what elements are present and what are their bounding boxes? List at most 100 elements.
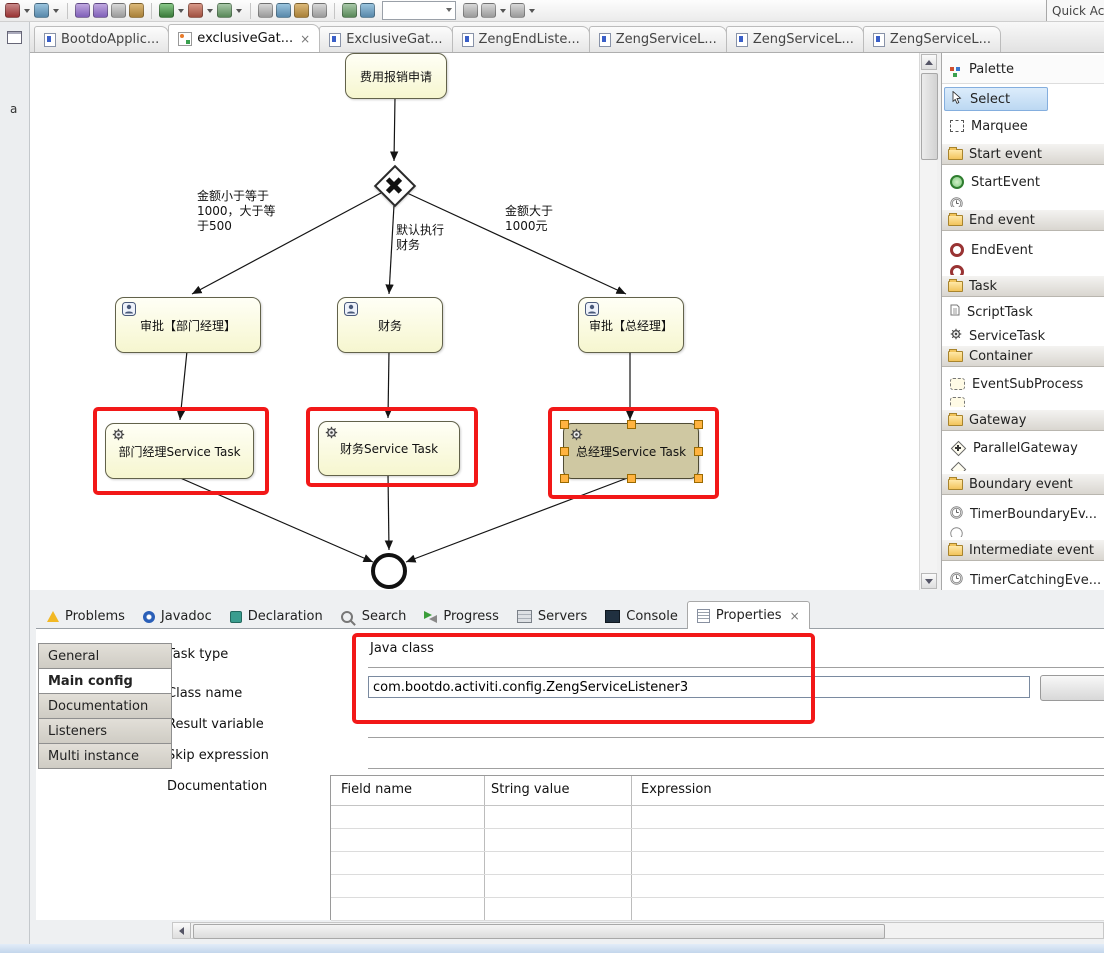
menu-listeners[interactable]: Listeners [38,718,172,744]
editor-vscrollbar[interactable] [919,53,938,590]
selection-handle[interactable] [560,420,569,429]
diagram-canvas[interactable]: 费用报销申请 金额小于等于 1000，大于等 于500 默认执行 财务 金额大于… [30,53,919,590]
selection-handle[interactable] [694,447,703,456]
palette-group-task[interactable]: Task [942,275,1104,297]
close-icon[interactable]: × [300,32,310,46]
quick-access[interactable]: Quick Access [1046,0,1104,21]
print-icon[interactable] [111,3,126,18]
palette-header[interactable]: Palette [942,55,1104,84]
vscrollbar-thumb[interactable] [921,73,938,160]
tab-search[interactable]: Search [332,604,416,629]
select-class-button[interactable] [1040,675,1104,701]
scroll-down-icon[interactable] [921,573,937,589]
palette-item-timerboundaryevent[interactable]: TimerBoundaryEv... [942,501,1104,527]
external-tools-icon[interactable] [217,3,232,18]
save-all-icon[interactable] [93,3,108,18]
flow-label-left[interactable]: 金额小于等于 1000，大于等 于500 [197,189,287,234]
task-finance[interactable]: 财务 [337,297,443,353]
tab-javadoc[interactable]: Javadoc [134,604,221,629]
selection-handle[interactable] [560,474,569,483]
selection-handle[interactable] [694,420,703,429]
tab-servers[interactable]: Servers [508,604,596,629]
menu-general[interactable]: General [38,643,172,669]
run-dropdown-icon[interactable] [178,8,184,13]
selection-handle[interactable] [627,420,636,429]
minimized-view-label[interactable]: a [10,102,17,116]
tab-console[interactable]: Console [596,604,687,629]
selection-handle[interactable] [694,474,703,483]
palette-group-container[interactable]: Container [942,345,1104,367]
palette-group-intermediate-event[interactable]: Intermediate event [942,539,1104,561]
palette-item-partial[interactable] [942,265,1104,275]
tab-exclusivegateway-diagram[interactable]: exclusiveGat... × [168,24,321,52]
properties-hscrollbar[interactable] [172,922,1104,939]
fields-table[interactable]: Field name String value Expression [330,775,1104,921]
palette-tool-marquee[interactable]: Marquee [942,113,1104,139]
task-general-manager-approve[interactable]: 审批【总经理】 [578,297,684,353]
save-icon[interactable] [75,3,90,18]
palette-item-startevent[interactable]: StartEvent [942,169,1104,195]
selection-handle[interactable] [560,447,569,456]
restore-view-icon[interactable] [7,31,22,44]
palette-item-endevent[interactable]: EndEvent [942,237,1104,263]
tab-zengservicelistener1[interactable]: ZengServiceL... [588,26,727,52]
tab-zengendlistener[interactable]: ZengEndListe... [451,26,590,52]
menu-multi-instance[interactable]: Multi instance [38,743,172,769]
build-icon[interactable] [129,3,144,18]
toolbar-combo[interactable] [382,1,456,20]
skip-expression-field[interactable] [368,768,1104,769]
debug-dropdown-icon[interactable] [53,8,59,13]
back-icon[interactable] [481,3,496,18]
format-icon[interactable] [342,3,357,18]
run-icon[interactable] [159,3,174,18]
palette-group-gateway[interactable]: Gateway [942,409,1104,431]
scroll-up-icon[interactable] [921,54,937,70]
close-icon[interactable]: × [790,609,800,623]
annotation-icon[interactable] [312,3,327,18]
palette-item-scripttask[interactable]: ScriptTask [942,299,1104,325]
tab-problems[interactable]: Problems [38,604,134,629]
tab-zengservicelistener3[interactable]: ZengServiceL... [862,26,1002,52]
palette-tool-select[interactable]: Select [944,87,1048,111]
palette-group-boundary-event[interactable]: Boundary event [942,473,1104,495]
start-task-node[interactable]: 费用报销申请 [345,53,447,99]
end-event-node[interactable] [371,553,407,589]
organize-imports-icon[interactable] [360,3,375,18]
palette-item-partial[interactable] [942,461,1104,471]
new-wizard-icon[interactable] [294,3,309,18]
palette-item-partial[interactable] [942,397,1104,407]
menu-main-config[interactable]: Main config [38,668,172,694]
search-icon[interactable] [258,3,273,18]
selection-handle[interactable] [627,474,636,483]
menu-documentation[interactable]: Documentation [38,693,172,719]
palette-item-eventsubprocess[interactable]: EventSubProcess [942,371,1104,397]
flow-label-middle[interactable]: 默认执行 财务 [396,223,466,253]
palette-item-partial[interactable] [942,527,1104,537]
back-dropdown-icon[interactable] [500,8,506,13]
tab-progress[interactable]: Progress [415,604,507,629]
scroll-left-icon[interactable] [173,923,191,938]
palette-item-partial[interactable] [942,197,1104,207]
tab-declaration[interactable]: Declaration [221,604,332,629]
tab-bootdoapplication[interactable]: BootdoApplic... [34,26,170,52]
external-tools-dropdown-icon[interactable] [236,8,242,13]
palette-item-timercatchingevent[interactable]: TimerCatchingEve... [942,567,1104,590]
new-icon[interactable] [5,3,20,18]
coverage-icon[interactable] [188,3,203,18]
palette-group-end-event[interactable]: End event [942,209,1104,231]
task-dept-manager-approve[interactable]: 审批【部门经理】 [115,297,261,353]
tab-exclusivegateway[interactable]: ExclusiveGat... [319,26,453,52]
new-dropdown-icon[interactable] [24,8,30,13]
forward-icon[interactable] [510,3,525,18]
tab-zengservicelistener2[interactable]: ZengServiceL... [725,26,864,52]
debug-icon[interactable] [34,3,49,18]
hscrollbar-thumb[interactable] [193,924,885,939]
palette-item-parallelgateway[interactable]: ParallelGateway [942,435,1104,461]
coverage-dropdown-icon[interactable] [207,8,213,13]
forward-dropdown-icon[interactable] [529,8,535,13]
exclusive-gateway-node[interactable] [373,164,417,208]
result-variable-field[interactable] [368,737,1104,738]
tab-properties[interactable]: Properties × [686,601,810,629]
flow-label-right[interactable]: 金额大于 1000元 [505,204,575,234]
last-edit-icon[interactable] [463,3,478,18]
